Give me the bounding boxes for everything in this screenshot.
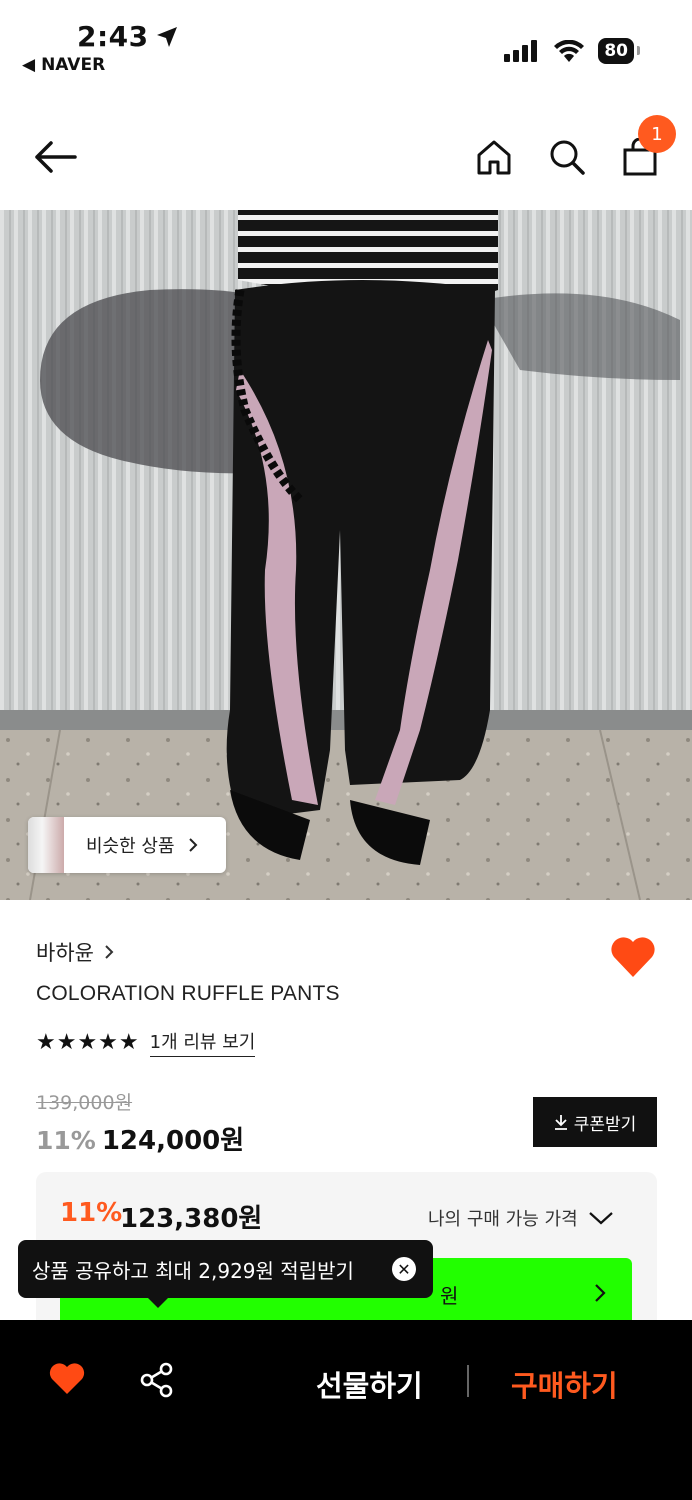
download-icon: [554, 1115, 567, 1130]
like-button[interactable]: [609, 935, 657, 979]
similar-products-label: 비슷한 상품: [86, 836, 175, 857]
my-price-toggle[interactable]: 나의 구매 가능 가격: [428, 1205, 614, 1231]
home-button[interactable]: [472, 135, 516, 179]
back-button[interactable]: [30, 135, 80, 179]
app-header: [0, 110, 692, 205]
original-price: 139,000원: [36, 1092, 133, 1114]
back-arrow-icon: [35, 141, 77, 173]
star-rating: ★★★★★: [36, 1030, 140, 1055]
similar-products-button[interactable]: 비슷한 상품: [28, 817, 226, 873]
search-button[interactable]: [545, 135, 589, 179]
tooltip-close-button[interactable]: ✕: [392, 1257, 416, 1281]
bottom-divider: [467, 1365, 469, 1397]
back-to-app-link[interactable]: ◀ NAVER: [22, 55, 105, 75]
coupon-label: 쿠폰받기: [573, 1114, 637, 1135]
sale-price: 124,000원: [101, 1126, 245, 1156]
buy-button[interactable]: 구매하기: [511, 1363, 618, 1405]
battery-indicator: 80: [598, 38, 640, 64]
product-photo: [0, 210, 692, 900]
my-price-label: 나의 구매 가능 가격: [428, 1209, 578, 1230]
close-icon: ✕: [397, 1259, 411, 1279]
coupon-download-button[interactable]: 쿠폰받기: [533, 1097, 657, 1147]
share-button[interactable]: [139, 1362, 175, 1398]
back-triangle-icon: ◀: [22, 55, 36, 75]
product-image[interactable]: [0, 210, 692, 900]
back-app-label: NAVER: [41, 55, 106, 75]
chevron-right-icon: [188, 838, 197, 852]
heart-filled-icon: [611, 937, 655, 977]
chevron-right-icon: [595, 1284, 606, 1302]
home-icon: [477, 140, 511, 175]
bottom-like-button[interactable]: [48, 1362, 86, 1396]
chevron-down-icon: [588, 1212, 613, 1225]
signal-icon: [504, 40, 538, 62]
cart-count-badge: 1: [638, 115, 676, 153]
similar-product-thumbnail: [28, 817, 64, 873]
share-icon: [140, 1362, 173, 1398]
sale-price-row: 11% 124,000원: [36, 1120, 244, 1157]
review-link[interactable]: 1개 리뷰 보기: [149, 1028, 256, 1057]
status-time: 2:43: [77, 20, 149, 53]
product-name: COLORATION RUFFLE PANTS: [36, 982, 340, 1005]
benefit-banner-text: 원: [440, 1284, 459, 1308]
chevron-right-icon: [105, 945, 114, 959]
share-reward-text: 상품 공유하고 최대 2,929원 적립받기: [32, 1258, 354, 1283]
brand-name: 바하윤: [36, 941, 94, 965]
status-bar: 2:43 ◀ NAVER 80: [0, 0, 692, 90]
bottom-action-bar: [0, 1320, 692, 1500]
share-reward-tooltip: 상품 공유하고 최대 2,929원 적립받기: [18, 1240, 433, 1308]
rating-row: ★★★★★ 1개 리뷰 보기: [36, 1028, 256, 1057]
brand-link[interactable]: 바하윤: [36, 937, 116, 967]
my-discount-percent: 11%: [60, 1198, 123, 1228]
my-price: 123,380원: [120, 1204, 263, 1234]
status-indicators: 80: [504, 38, 640, 64]
search-icon: [550, 140, 585, 175]
status-time-group: 2:43: [77, 20, 179, 53]
location-arrow-icon: [156, 26, 177, 47]
discount-percent: 11%: [36, 1126, 96, 1155]
heart-filled-icon: [49, 1363, 85, 1394]
wifi-icon: [554, 40, 585, 62]
gift-button[interactable]: 선물하기: [316, 1363, 423, 1405]
